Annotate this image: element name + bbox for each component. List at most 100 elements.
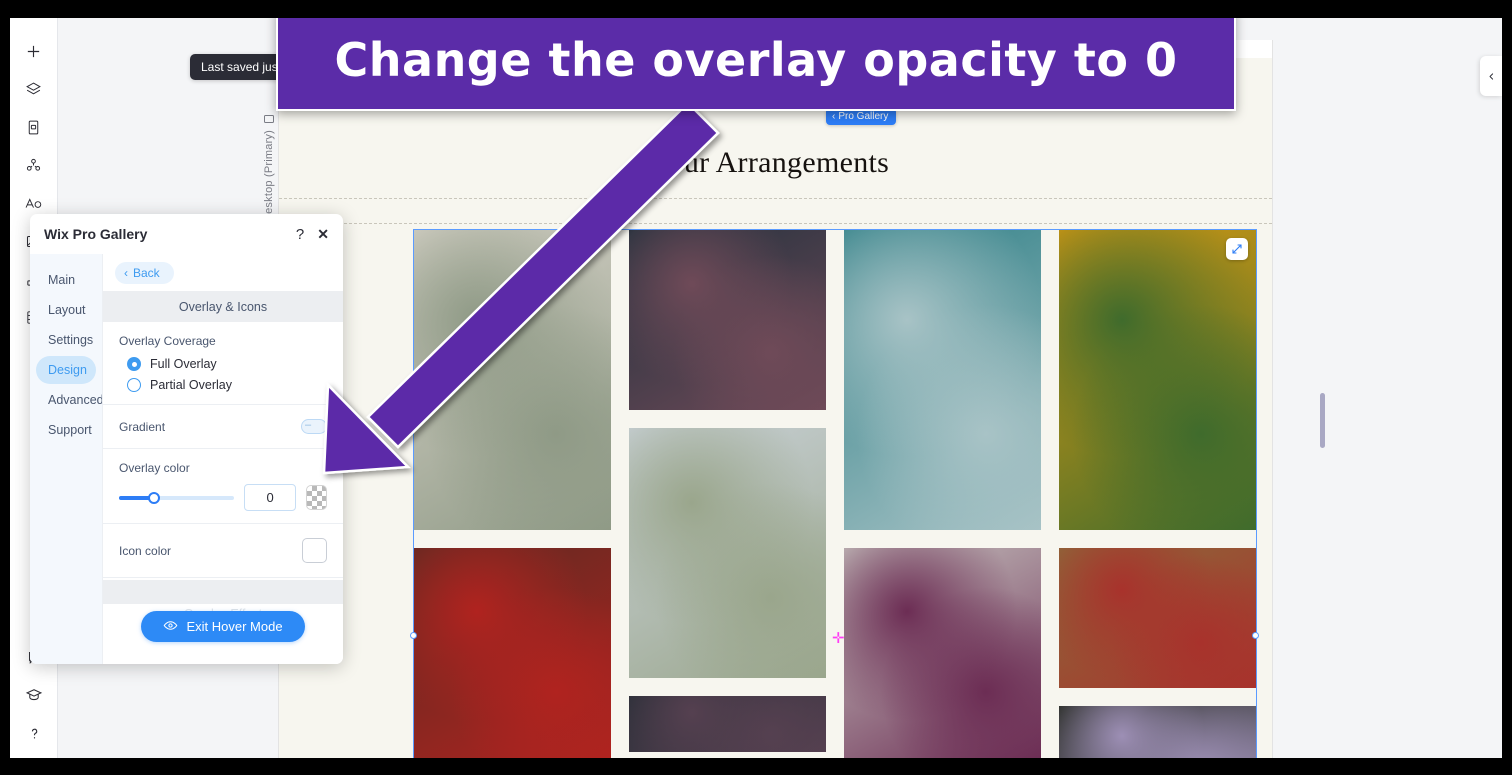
overlay-opacity-slider[interactable] [119, 491, 235, 505]
collapse-panel-chevron-left-icon[interactable] [1480, 56, 1502, 96]
back-label: Back [133, 265, 160, 280]
site-canvas[interactable]: Our Arrangements ✛ Manage Media Se [278, 40, 1273, 758]
add-elements-icon[interactable] [15, 32, 53, 70]
frame-right [1502, 0, 1512, 775]
section-guide-top [279, 198, 1272, 199]
eye-icon [163, 618, 178, 636]
exit-hover-mode-button[interactable]: Exit Hover Mode [141, 611, 305, 642]
radio-partial-overlay-label: Partial Overlay [150, 378, 232, 392]
overlay-color-row: Overlay color [103, 449, 343, 524]
breadcrumb-label: Pro Gallery [838, 111, 889, 122]
radio-full-overlay-icon [127, 357, 141, 371]
gallery-image-purple-red-bouquet-in-vase[interactable] [844, 548, 1041, 758]
gallery-column [629, 230, 826, 758]
icon-color-row: Icon color [103, 524, 343, 578]
frame-bottom [0, 758, 1512, 775]
gallery-image-woman-in-red-dress-with-bouquet[interactable] [414, 548, 611, 758]
image-fill [1059, 706, 1256, 758]
image-fill [844, 230, 1041, 530]
image-fill [629, 696, 826, 752]
panel-nav-item-main[interactable]: Main [36, 266, 96, 294]
panel-close-icon[interactable]: ✕ [317, 227, 329, 241]
icon-color-label: Icon color [119, 543, 172, 558]
panel-nav-item-layout[interactable]: Layout [36, 296, 96, 324]
image-fill [844, 548, 1041, 758]
help-icon[interactable] [15, 714, 53, 752]
frame-left [0, 0, 10, 775]
back-button[interactable]: ‹ Back [115, 261, 174, 284]
instruction-banner: Change the overlay opacity to 0 [276, 8, 1236, 111]
exit-hover-mode-wrap: Exit Hover Mode [103, 611, 343, 642]
breadcrumb-chevron-left-icon: ‹ [832, 111, 836, 122]
layout-plus-marker: ✛ [832, 630, 845, 647]
gallery-image-dark-moody-mixed-bouquet[interactable] [629, 230, 826, 410]
device-mode-label: Desktop (Primary) [263, 114, 275, 222]
panel-nav-item-settings[interactable]: Settings [36, 326, 96, 354]
gallery-column [1059, 230, 1256, 758]
instruction-text: Change the overlay opacity to 0 [334, 32, 1178, 87]
gallery-image-hands-arranging-dried-flowers[interactable] [1059, 548, 1256, 688]
panel-nav-item-design[interactable]: Design [36, 356, 96, 384]
canvas-scrollbar[interactable] [1320, 393, 1325, 448]
overlay-color-label: Overlay color [119, 461, 190, 475]
image-fill [414, 548, 611, 758]
overlay-coverage-row: Overlay Coverage Full Overlay Partial Ov… [103, 322, 343, 405]
panel-nav-item-support[interactable]: Support [36, 416, 96, 444]
overlay-effect-divider [103, 580, 343, 604]
gallery-image-bouquet-on-white-bench[interactable] [414, 230, 611, 530]
image-fill [1059, 548, 1256, 688]
connections-icon[interactable] [15, 146, 53, 184]
image-fill [414, 230, 611, 530]
radio-partial-overlay-icon [127, 378, 141, 392]
monitor-icon [264, 115, 274, 123]
radio-full-overlay[interactable]: Full Overlay [127, 357, 327, 371]
gradient-toggle[interactable] [301, 419, 327, 434]
pro-gallery-widget[interactable]: ✛ [410, 229, 1259, 758]
learn-icon[interactable] [15, 676, 53, 714]
gallery-image-bride-holding-bouquet[interactable] [629, 428, 826, 678]
section-guide-bottom [279, 223, 1272, 224]
gradient-label: Gradient [119, 419, 166, 434]
panel-header: Wix Pro Gallery ? ✕ [30, 214, 343, 254]
resize-handle-left[interactable] [410, 632, 417, 639]
image-fill [629, 428, 826, 678]
layers-icon[interactable] [15, 70, 53, 108]
back-row: ‹ Back [103, 254, 343, 291]
gallery-image-woman-smelling-lilac[interactable] [1059, 706, 1256, 758]
back-chevron-left-icon: ‹ [124, 265, 128, 280]
device-label-text: Desktop (Primary) [263, 130, 275, 223]
section-title: Overlay & Icons [103, 291, 343, 322]
gallery-grid [414, 230, 1256, 758]
gallery-column [844, 230, 1041, 758]
overlay-color-swatch[interactable] [306, 485, 327, 510]
image-fill [629, 230, 826, 410]
gallery-image-flower-shop-storefront[interactable] [844, 230, 1041, 530]
pages-icon[interactable] [15, 108, 53, 146]
radio-full-overlay-label: Full Overlay [150, 357, 217, 371]
resize-handle-right[interactable] [1252, 632, 1259, 639]
pro-gallery-settings-panel: Wix Pro Gallery ? ✕ Main Layout Settings De… [30, 214, 343, 664]
panel-help-icon[interactable]: ? [296, 227, 304, 242]
slider-thumb[interactable] [147, 491, 160, 504]
panel-nav-item-advanced[interactable]: Advanced [36, 386, 104, 414]
gallery-image-yellow-ranunculus-closeup[interactable] [1059, 230, 1256, 530]
overlay-opacity-input[interactable] [244, 484, 297, 511]
expand-gallery-icon[interactable] [1226, 238, 1248, 260]
page-title: Our Arrangements [661, 146, 890, 179]
screenshot-root: Last saved just now Desktop (Primary) Ou… [0, 0, 1512, 775]
panel-content: ‹ Back Overlay & Icons Overlay Coverage … [102, 254, 343, 664]
wix-editor: Last saved just now Desktop (Primary) Ou… [10, 18, 1502, 758]
gradient-row: Gradient [103, 405, 343, 449]
panel-title: Wix Pro Gallery [44, 226, 148, 242]
radio-partial-overlay[interactable]: Partial Overlay [127, 378, 327, 392]
panel-nav: Main Layout Settings Design Advanced Support [30, 254, 104, 664]
exit-hover-mode-label: Exit Hover Mode [186, 619, 283, 634]
overlay-coverage-label: Overlay Coverage [119, 334, 216, 348]
frame-top [0, 0, 1512, 18]
panel-header-actions: ? ✕ [296, 227, 329, 242]
gallery-column [414, 230, 611, 758]
icon-color-swatch[interactable] [302, 538, 327, 563]
image-fill [1059, 230, 1256, 530]
overlay-color-controls [119, 484, 327, 511]
gallery-image-dark-floral-fabric-closeup[interactable] [629, 696, 826, 752]
